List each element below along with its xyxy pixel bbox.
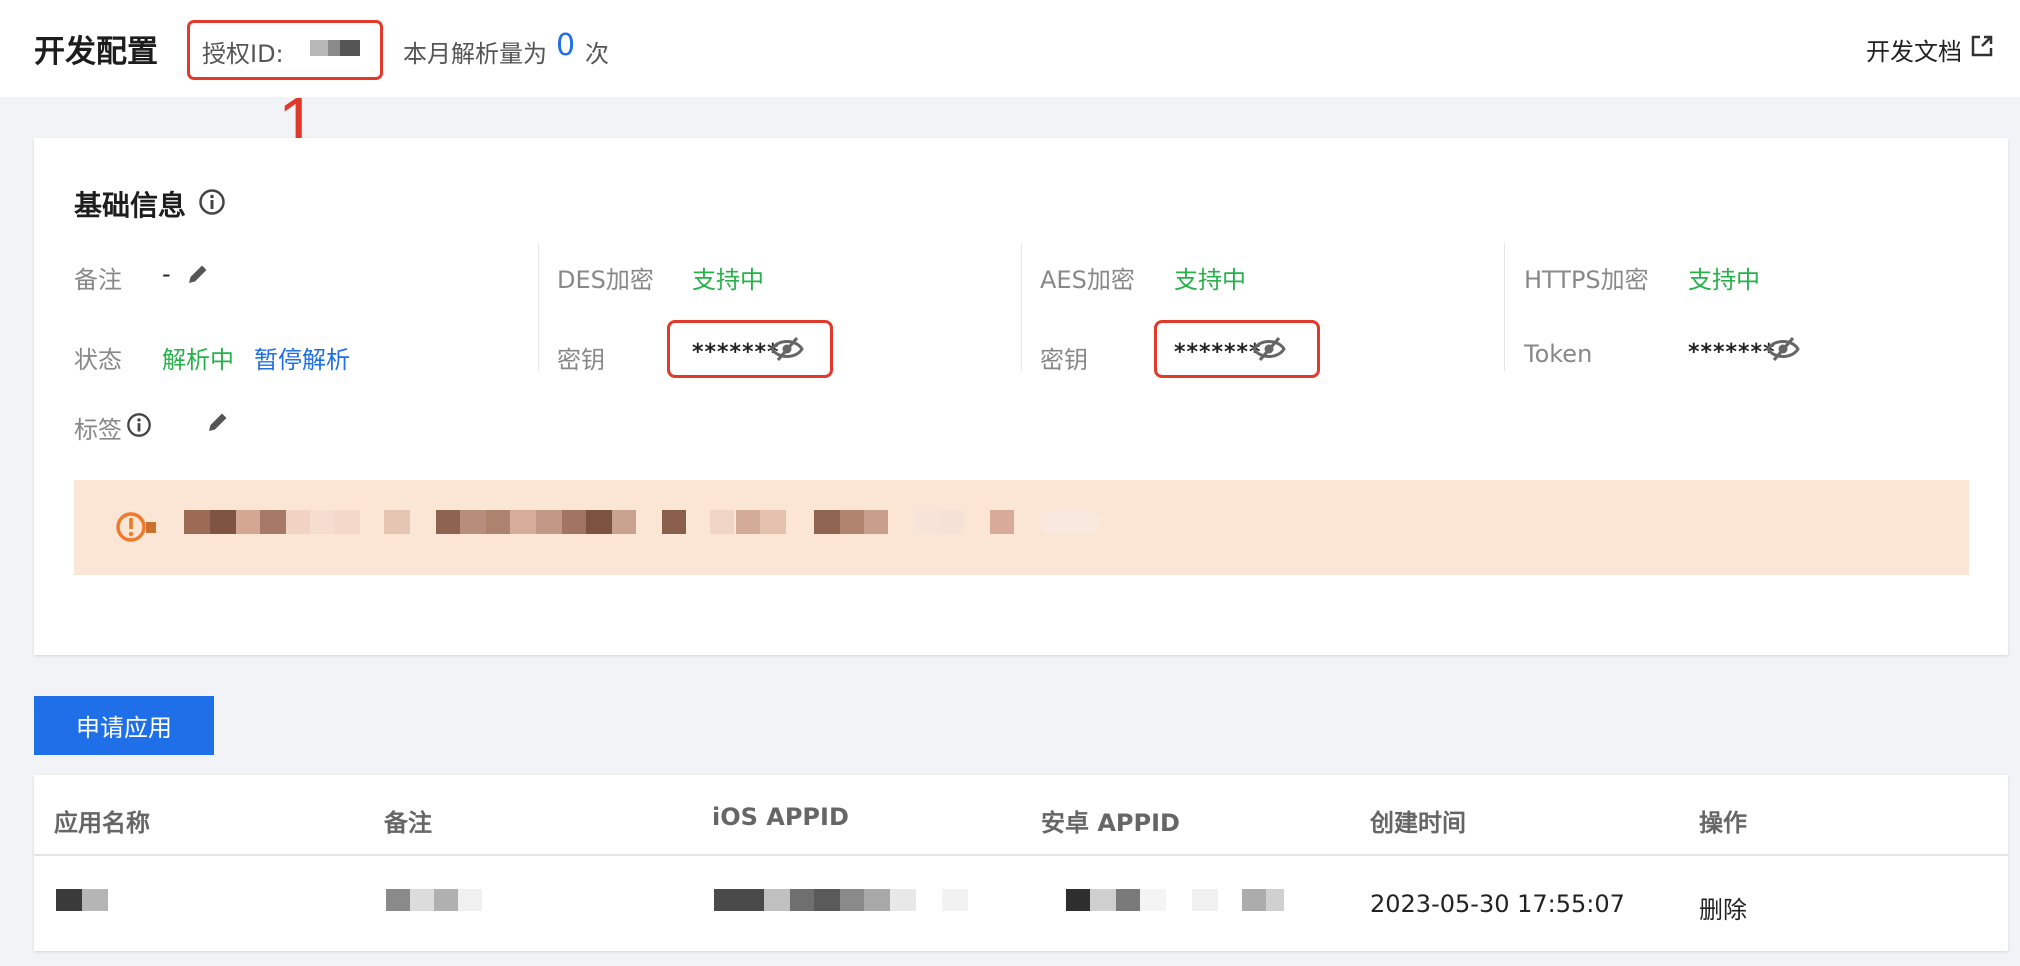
auth-id-label: 授权ID:	[202, 40, 284, 68]
edit-remark-pencil-icon[interactable]	[186, 262, 210, 290]
dev-docs-link[interactable]: 开发文档	[1866, 32, 1962, 67]
auth-id-value-redacted	[310, 40, 360, 56]
eye-slash-icon[interactable]	[1766, 336, 1800, 366]
basic-info-title: 基础信息	[74, 189, 187, 222]
eye-slash-icon[interactable]	[1252, 336, 1286, 366]
column-header-created-time: 创建时间	[1370, 809, 1466, 837]
column-header-actions: 操作	[1699, 809, 1747, 837]
remark-label: 备注	[74, 266, 122, 294]
remark-value: -	[162, 260, 171, 288]
des-status: 支持中	[692, 266, 764, 294]
app-name-redacted	[56, 889, 108, 911]
tag-label: 标签	[74, 416, 122, 444]
column-divider	[1021, 243, 1022, 371]
warning-icon	[114, 510, 162, 548]
des-key-mask: *******	[692, 340, 780, 365]
notice-text-redacted	[184, 510, 1119, 534]
status-value: 解析中	[162, 346, 234, 374]
des-label: DES加密	[557, 266, 654, 294]
monthly-parse-count: 0	[556, 28, 576, 63]
tag-info-icon[interactable]	[126, 412, 152, 442]
created-time-cell: 2023-05-30 17:55:07	[1370, 890, 1625, 918]
token-mask: *******	[1688, 340, 1776, 365]
ios-appid-redacted	[714, 889, 968, 911]
page-title: 开发配置	[34, 34, 158, 70]
column-header-android-appid: 安卓 APPID	[1041, 809, 1180, 837]
delete-link[interactable]: 删除	[1699, 890, 1747, 925]
monthly-parse-unit: 次	[585, 40, 609, 68]
status-label: 状态	[74, 346, 122, 374]
column-header-ios-appid: iOS APPID	[712, 803, 849, 831]
external-link-icon[interactable]	[1970, 34, 1994, 58]
edit-tag-pencil-icon[interactable]	[206, 410, 230, 438]
pause-parse-link[interactable]: 暂停解析	[254, 340, 350, 375]
apply-app-button[interactable]: 申请应用	[34, 696, 214, 755]
android-appid-redacted	[1042, 889, 1284, 911]
token-label: Token	[1524, 340, 1593, 368]
https-label: HTTPS加密	[1524, 266, 1649, 294]
column-header-remark: 备注	[384, 809, 432, 837]
aes-key-mask: *******	[1174, 340, 1262, 365]
basic-info-card	[34, 138, 2008, 655]
eye-slash-icon[interactable]	[770, 336, 804, 366]
column-divider	[1504, 243, 1505, 371]
info-icon[interactable]	[198, 188, 226, 220]
remark-redacted	[386, 889, 484, 911]
monthly-parse-label: 本月解析量为	[403, 40, 547, 68]
column-header-app-name: 应用名称	[54, 809, 150, 837]
table-header-divider	[34, 854, 2008, 856]
https-status: 支持中	[1688, 266, 1760, 294]
aes-label: AES加密	[1040, 266, 1135, 294]
aes-status: 支持中	[1174, 266, 1246, 294]
aes-key-label: 密钥	[1040, 346, 1088, 374]
column-divider	[538, 243, 539, 371]
des-key-label: 密钥	[557, 346, 605, 374]
